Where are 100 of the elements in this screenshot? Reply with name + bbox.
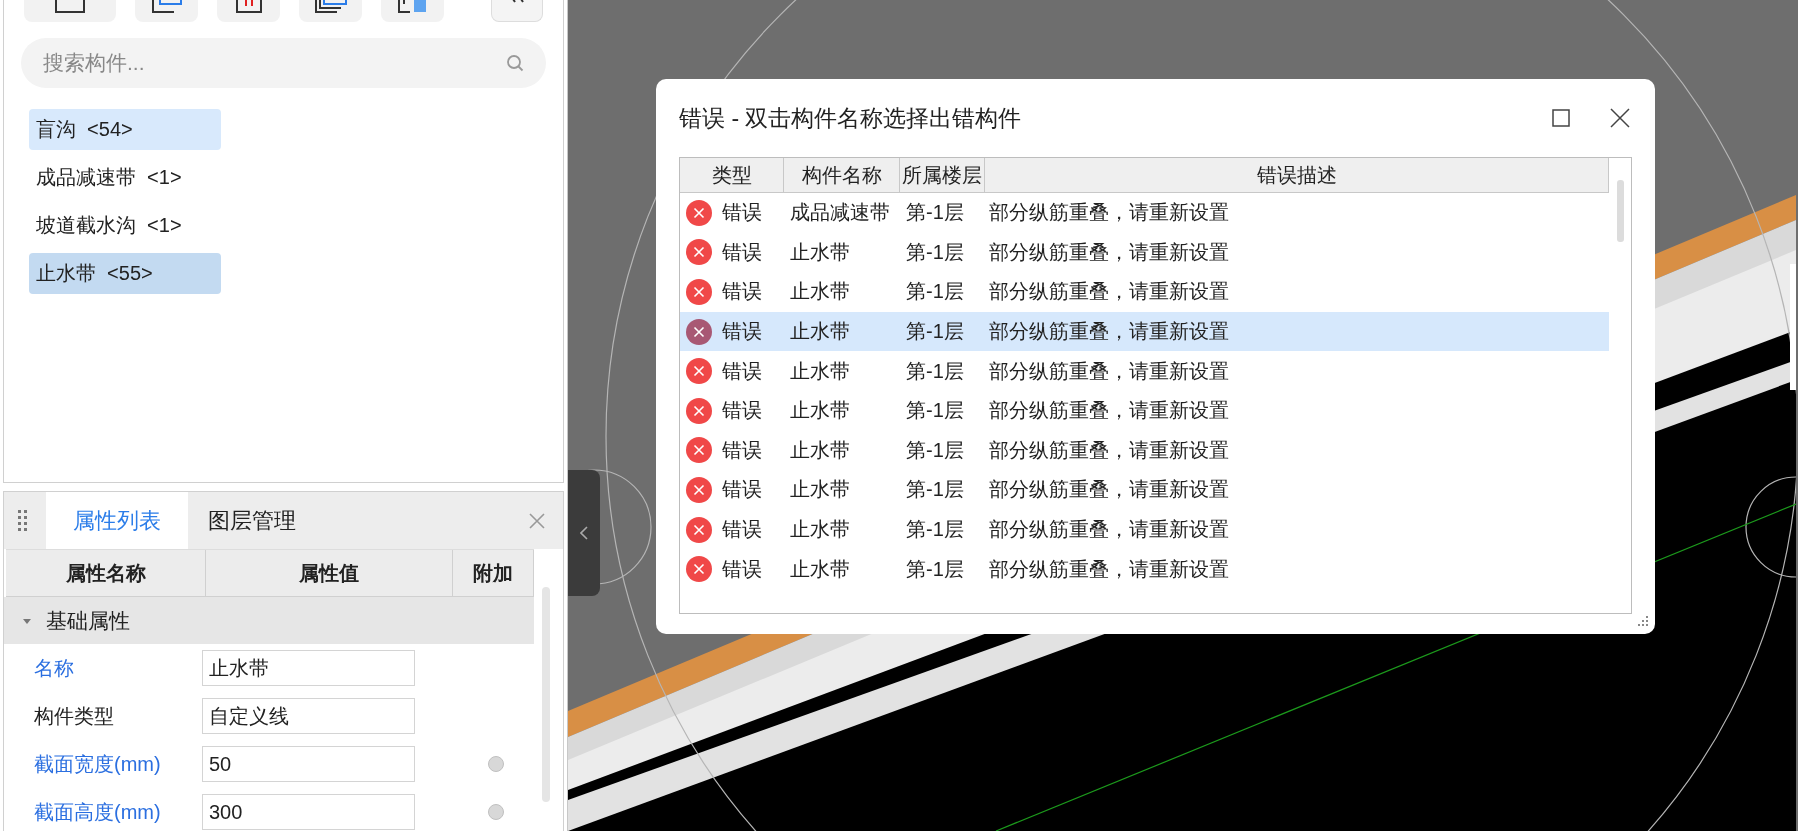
error-icon <box>686 437 712 464</box>
table-cell-text: 止水带 <box>790 477 850 503</box>
table-cell-text: 止水带 <box>790 437 850 463</box>
scrollbar-thumb[interactable] <box>1616 180 1624 242</box>
table-cell-text: 止水带 <box>790 358 850 384</box>
table-cell-text: 第-1层 <box>906 556 964 582</box>
property-value-field[interactable]: 300 <box>201 794 415 830</box>
maximize-icon[interactable] <box>1552 109 1570 127</box>
error-icon <box>686 239 712 266</box>
error-row[interactable]: 错误 止水带 第-1层 部分纵筋重叠，请重新设置 <box>680 311 1609 352</box>
error-row[interactable]: 错误 止水带 第-1层 部分纵筋重叠，请重新设置 <box>680 272 1609 312</box>
error-icon <box>686 318 712 345</box>
error-row[interactable]: 错误 止水带 第-1层 部分纵筋重叠，请重新设置 <box>680 232 1609 273</box>
table-cell-text: 错误 <box>722 200 762 226</box>
property-name: 构件类型 <box>33 703 115 729</box>
panel-tab[interactable]: 图层管理 <box>188 492 316 549</box>
attach-radio[interactable] <box>487 756 504 772</box>
table-cell-text: 部分纵筋重叠，请重新设置 <box>989 200 1229 226</box>
error-row[interactable]: 错误 止水带 第-1层 部分纵筋重叠，请重新设置 <box>680 549 1609 589</box>
table-cell-text: 错误 <box>722 239 762 265</box>
column-header[interactable]: 属性值 <box>206 550 454 596</box>
table-cell-text: 止水带 <box>790 279 850 305</box>
table-cell-text: 止水带 <box>790 319 850 345</box>
scrollbar[interactable] <box>542 587 550 802</box>
resize-grip-icon[interactable] <box>1637 616 1649 628</box>
close-icon[interactable] <box>1610 108 1630 128</box>
table-cell-text: 错误 <box>722 517 762 543</box>
column-header[interactable]: 所属楼层 <box>900 158 985 192</box>
copy-icon <box>151 0 182 14</box>
error-icon <box>686 556 712 583</box>
column-header[interactable]: 附加 <box>453 550 534 596</box>
property-value-field[interactable]: 50 <box>201 746 415 782</box>
table-cell-text: 错误 <box>722 279 762 305</box>
delete-button[interactable] <box>217 0 280 22</box>
error-row[interactable]: 错误 成品减速带 第-1层 部分纵筋重叠，请重新设置 <box>680 193 1609 233</box>
import-button[interactable] <box>381 0 444 22</box>
property-name: 截面高度(mm) <box>33 799 162 825</box>
error-row[interactable]: 错误 止水带 第-1层 部分纵筋重叠，请重新设置 <box>680 351 1609 391</box>
table-cell-text: 错误 <box>722 319 762 345</box>
table-cell-text: 错误 <box>722 477 762 503</box>
table-cell-text: 第-1层 <box>906 279 964 305</box>
table-cell-text: 部分纵筋重叠，请重新设置 <box>989 398 1229 424</box>
group-row[interactable]: 基础属性 <box>4 597 534 644</box>
search-field[interactable]: 搜索构件... <box>21 38 546 88</box>
column-header[interactable]: 错误描述 <box>985 158 1609 192</box>
table-cell-text: 第-1层 <box>906 200 964 226</box>
error-icon <box>686 516 712 543</box>
table-cell-text: 部分纵筋重叠，请重新设置 <box>989 517 1229 543</box>
table-cell-text: 第-1层 <box>906 398 964 424</box>
table-cell-text: 错误 <box>722 556 762 582</box>
property-name: 名称 <box>33 655 75 681</box>
error-icon <box>686 358 712 385</box>
trash-icon <box>235 0 262 14</box>
dialog-title: 错误 - 双击构件名称选择出错构件 <box>679 103 1023 133</box>
attach-radio[interactable] <box>487 804 504 820</box>
table-cell-text: 部分纵筋重叠，请重新设置 <box>989 319 1229 345</box>
error-row[interactable]: 错误 止水带 第-1层 部分纵筋重叠，请重新设置 <box>680 470 1609 510</box>
column-header[interactable]: 属性名称 <box>6 550 207 596</box>
table-cell-text: 部分纵筋重叠，请重新设置 <box>989 358 1229 384</box>
table-cell-text: 部分纵筋重叠，请重新设置 <box>989 279 1229 305</box>
table-cell-text: 错误 <box>722 358 762 384</box>
component-list-item[interactable]: 坡道截水沟 <1> <box>29 205 221 246</box>
table-cell-text: 止水带 <box>790 556 850 582</box>
table-cell-text: 部分纵筋重叠，请重新设置 <box>989 556 1229 582</box>
drag-handle-icon[interactable] <box>18 509 28 532</box>
error-row[interactable]: 错误 止水带 第-1层 部分纵筋重叠，请重新设置 <box>680 430 1609 471</box>
table-cell-text: 部分纵筋重叠，请重新设置 <box>989 477 1229 503</box>
error-icon <box>686 199 712 226</box>
chevron-left-icon <box>580 526 588 540</box>
table-cell-text: 止水带 <box>790 517 850 543</box>
property-value-field[interactable]: 自定义线 <box>201 698 415 734</box>
table-cell-text: 第-1层 <box>906 358 964 384</box>
error-row[interactable]: 错误 止水带 第-1层 部分纵筋重叠，请重新设置 <box>680 390 1609 431</box>
property-value-field[interactable]: 止水带 <box>201 650 415 686</box>
panel-tab[interactable]: 属性列表 <box>46 492 188 549</box>
error-row[interactable]: 错误 止水带 第-1层 部分纵筋重叠，请重新设置 <box>680 509 1609 550</box>
component-list-item[interactable]: 成品减速带 <1> <box>29 157 221 198</box>
error-icon <box>686 476 712 503</box>
component-list-item[interactable]: 盲沟 <54> <box>29 109 221 150</box>
new-button[interactable] <box>24 0 116 22</box>
column-header[interactable]: 构件名称 <box>784 158 900 192</box>
table-cell-text: 第-1层 <box>906 477 964 503</box>
table-cell-text: 错误 <box>722 437 762 463</box>
table-cell-text: 止水带 <box>790 398 850 424</box>
table-cell-text: 部分纵筋重叠，请重新设置 <box>989 239 1229 265</box>
column-header[interactable]: 类型 <box>680 158 784 192</box>
table-cell-text: 第-1层 <box>906 517 964 543</box>
table-cell-text: 部分纵筋重叠，请重新设置 <box>989 437 1229 463</box>
table-cell-text: 第-1层 <box>906 437 964 463</box>
layers-icon <box>314 0 347 14</box>
layers-button[interactable] <box>299 0 362 22</box>
table-cell-text: 止水带 <box>790 239 850 265</box>
property-name: 截面宽度(mm) <box>33 751 162 777</box>
copy-button[interactable] <box>135 0 198 22</box>
component-list-item[interactable]: 止水带 <55> <box>29 253 221 294</box>
table-cell-text: 第-1层 <box>906 319 964 345</box>
error-icon <box>686 279 712 305</box>
group-label: 基础属性 <box>46 607 130 634</box>
search-icon <box>506 54 524 72</box>
error-icon <box>686 397 712 424</box>
